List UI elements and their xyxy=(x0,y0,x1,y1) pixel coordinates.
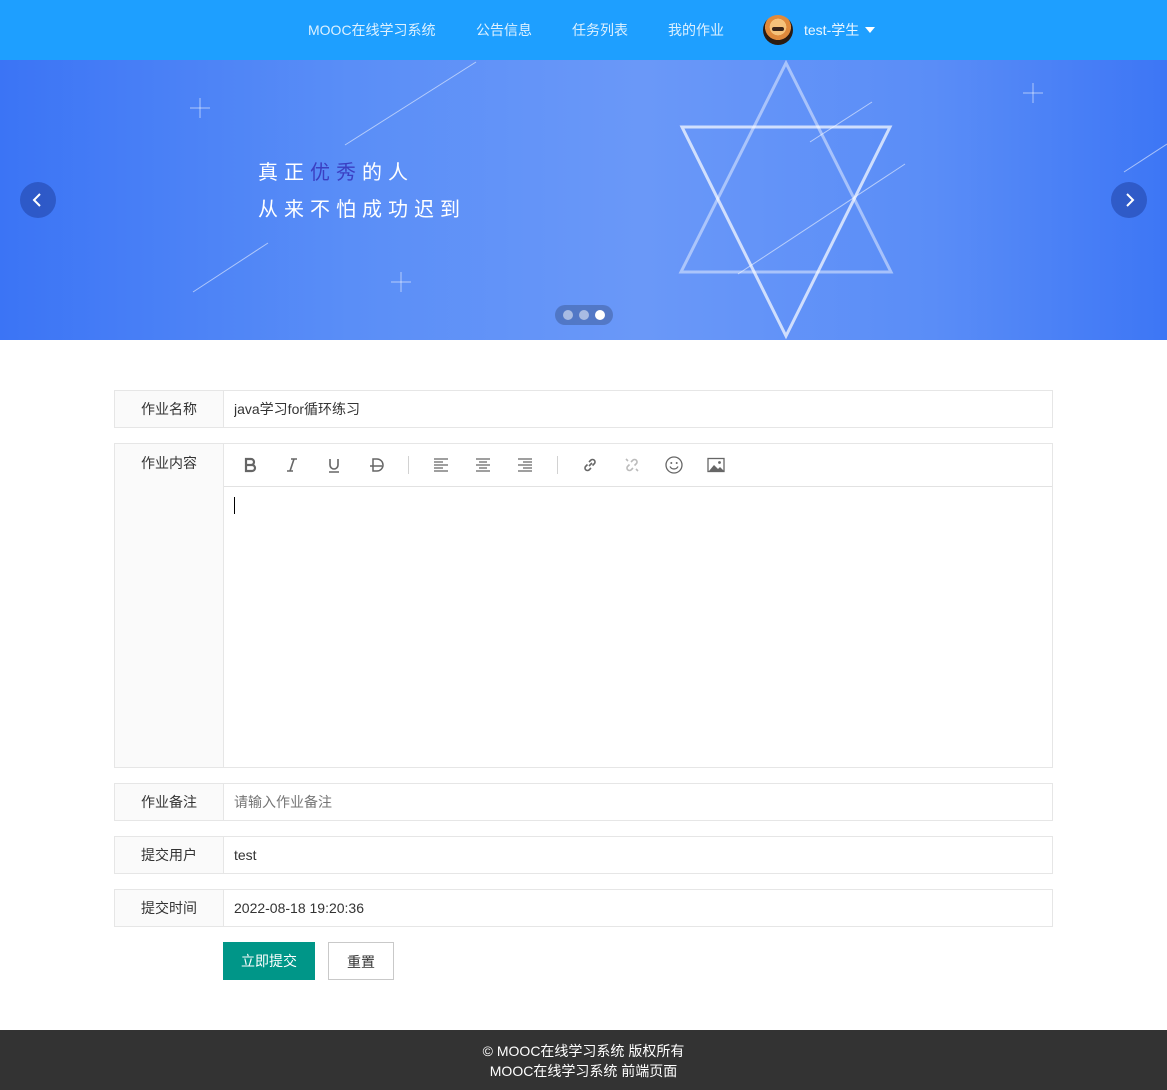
homework-name-row: 作业名称 xyxy=(114,390,1053,428)
strikethrough-button[interactable] xyxy=(355,444,397,487)
italic-icon xyxy=(287,458,297,472)
align-left-button[interactable] xyxy=(420,444,462,487)
bold-button[interactable] xyxy=(229,444,271,487)
editor-toolbar xyxy=(224,444,1052,487)
submit-time-input[interactable] xyxy=(224,890,1052,926)
top-navbar: MOOC在线学习系统 公告信息 任务列表 我的作业 test-学生 xyxy=(0,0,1167,60)
emoji-icon xyxy=(665,456,683,474)
submit-time-row: 提交时间 xyxy=(114,889,1053,927)
emoji-button[interactable] xyxy=(653,444,695,487)
slogan-line-1: 真正优秀的人 xyxy=(258,156,414,185)
carousel-indicators xyxy=(555,305,613,325)
banner-decoration xyxy=(190,60,1167,340)
homework-remark-label: 作业备注 xyxy=(115,784,224,820)
submit-user-label: 提交用户 xyxy=(115,837,224,873)
footer-copyright: © MOOC在线学习系统 版权所有 xyxy=(482,1043,685,1059)
bold-icon xyxy=(244,457,257,473)
carousel-dot-3[interactable] xyxy=(595,310,605,320)
link-icon xyxy=(584,458,596,472)
editor-content-area[interactable] xyxy=(224,487,1052,767)
unlink-button[interactable] xyxy=(611,444,653,487)
align-center-button[interactable] xyxy=(462,444,504,487)
carousel-prev-button[interactable] xyxy=(20,182,56,218)
homework-remark-input[interactable] xyxy=(224,784,1052,820)
align-center-icon xyxy=(476,458,490,472)
unlink-icon xyxy=(625,458,639,472)
homework-content-label: 作业内容 xyxy=(115,444,224,767)
chevron-right-icon xyxy=(1126,193,1135,207)
nav-item-tasks[interactable]: 任务列表 xyxy=(572,0,628,60)
align-left-icon xyxy=(434,458,448,472)
caret-down-icon xyxy=(865,27,876,33)
image-icon xyxy=(707,457,725,473)
avatar xyxy=(763,15,793,45)
chevron-left-icon xyxy=(32,193,41,207)
image-button[interactable] xyxy=(695,444,737,487)
carousel-dot-2[interactable] xyxy=(579,310,589,320)
homework-name-label: 作业名称 xyxy=(115,391,224,427)
link-button[interactable] xyxy=(569,444,611,487)
carousel-dot-1[interactable] xyxy=(563,310,573,320)
banner-carousel: 真正优秀的人 从来不怕成功迟到 xyxy=(0,60,1167,340)
align-right-icon xyxy=(518,458,532,472)
submit-user-input[interactable] xyxy=(224,837,1052,873)
nav-brand-link[interactable]: MOOC在线学习系统 xyxy=(308,0,436,60)
reset-button[interactable]: 重置 xyxy=(328,942,394,980)
underline-icon xyxy=(329,459,339,473)
strikethrough-icon xyxy=(370,458,384,472)
underline-button[interactable] xyxy=(313,444,355,487)
homework-content-row: 作业内容 xyxy=(114,443,1053,768)
submit-time-label: 提交时间 xyxy=(115,890,224,926)
slogan-highlight: 优秀 xyxy=(310,162,362,184)
nav-item-announcements[interactable]: 公告信息 xyxy=(476,0,532,60)
align-right-button[interactable] xyxy=(504,444,546,487)
toolbar-divider xyxy=(557,456,558,474)
nav-item-my-homework[interactable]: 我的作业 xyxy=(668,0,724,60)
submit-user-row: 提交用户 xyxy=(114,836,1053,874)
italic-button[interactable] xyxy=(271,444,313,487)
homework-name-input[interactable] xyxy=(224,391,1052,427)
user-menu[interactable]: test-学生 xyxy=(763,15,876,45)
rich-text-editor xyxy=(224,444,1052,767)
text-cursor xyxy=(234,497,235,514)
slogan-text: 的人 xyxy=(362,162,414,184)
toolbar-divider xyxy=(408,456,409,474)
homework-remark-row: 作业备注 xyxy=(114,783,1053,821)
slogan-text: 真正 xyxy=(258,162,310,184)
submit-button[interactable]: 立即提交 xyxy=(223,942,315,980)
page-footer: © MOOC在线学习系统 版权所有 MOOC在线学习系统 前端页面 xyxy=(0,1030,1167,1090)
user-name: test-学生 xyxy=(804,22,860,38)
footer-subtitle: MOOC在线学习系统 前端页面 xyxy=(489,1063,678,1079)
slogan-line-2: 从来不怕成功迟到 xyxy=(258,199,466,221)
carousel-next-button[interactable] xyxy=(1111,182,1147,218)
